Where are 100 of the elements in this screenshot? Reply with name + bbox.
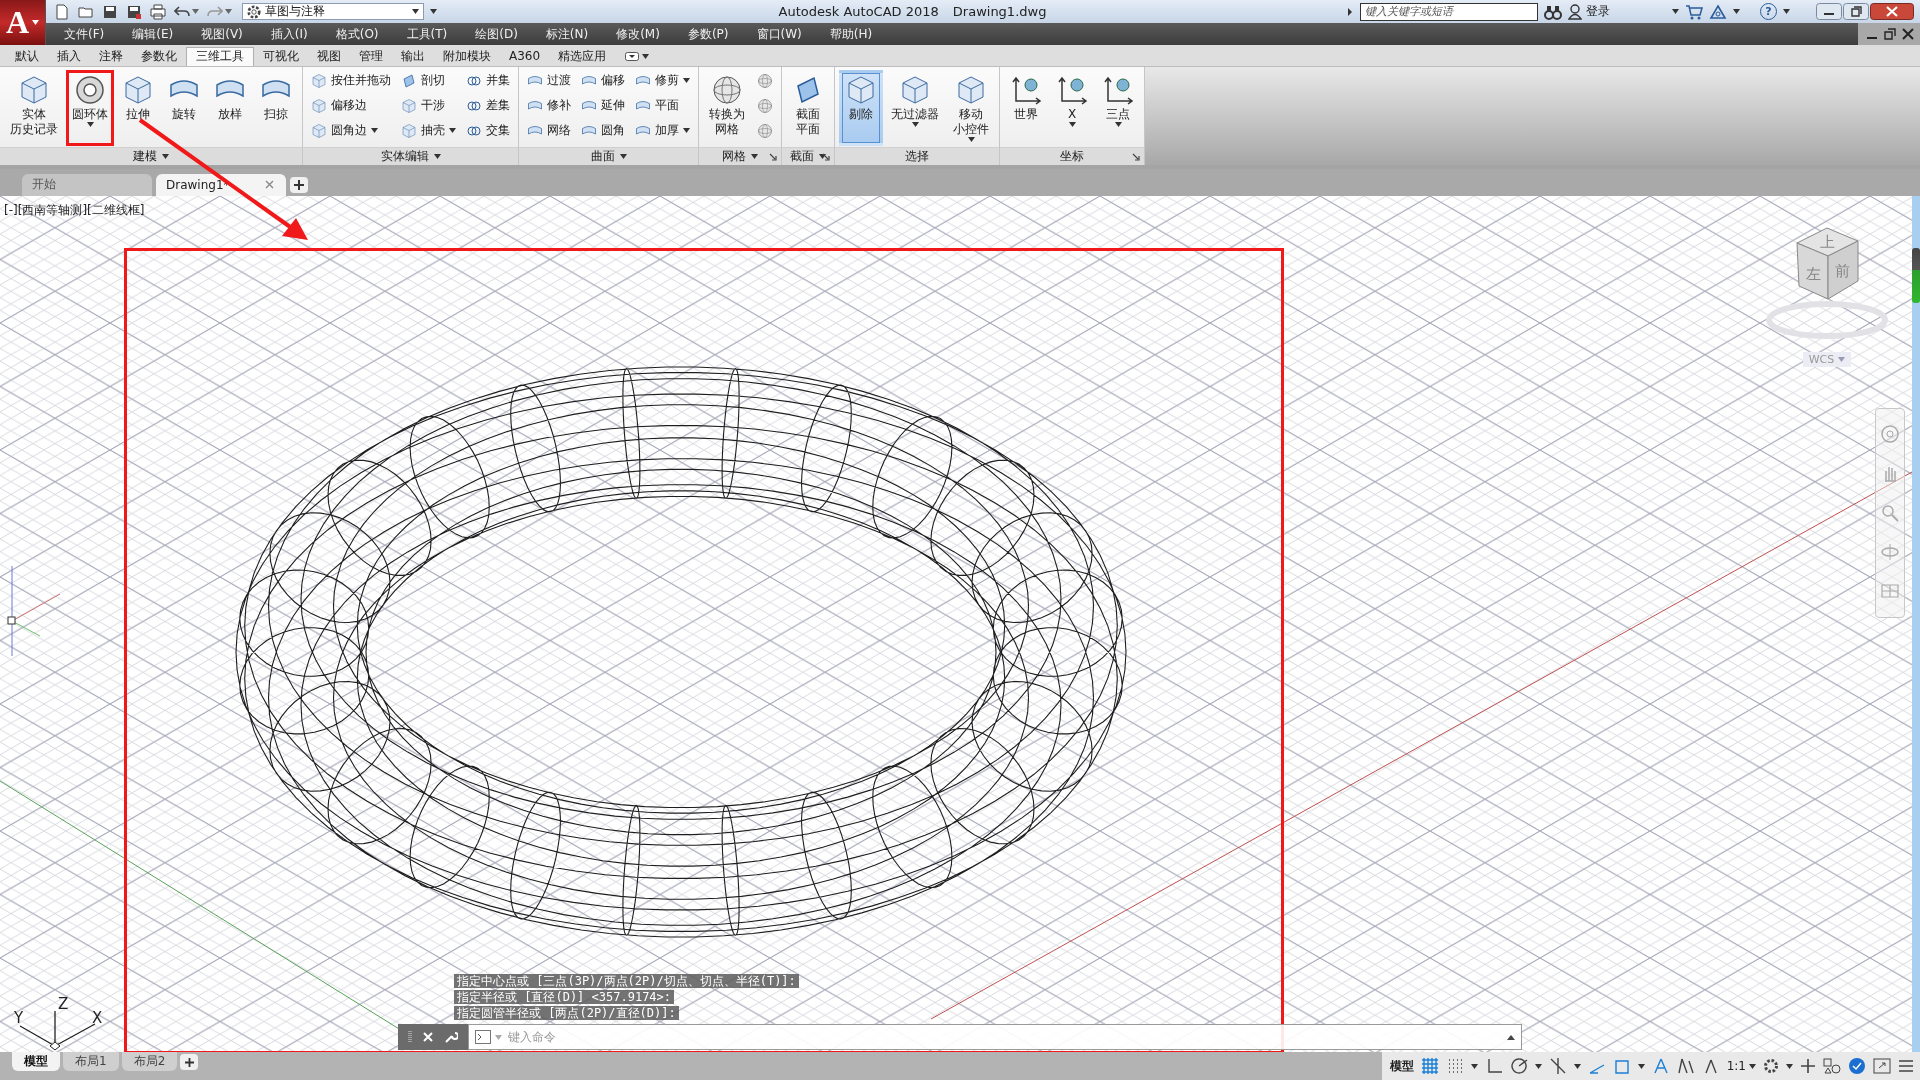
ribbon-button[interactable]: 交集 [466,119,510,142]
isometric-icon[interactable] [1548,1057,1567,1076]
ribbon-button[interactable]: 三点 [1096,69,1140,146]
minimize-button[interactable] [1816,2,1842,20]
caret-icon[interactable] [162,153,169,159]
ribbon-button[interactable]: 旋转 [162,69,206,146]
viewport-controls-label[interactable]: [-][西南等轴测][二维线框] [4,201,145,219]
close-icon[interactable] [1902,28,1914,40]
ribbon-button[interactable]: 按住并拖动 [311,69,391,92]
ribbon-tab[interactable]: 插入 [48,46,90,66]
caret-icon[interactable] [819,153,826,159]
model-space-button[interactable]: 模型 [1389,1057,1414,1075]
ribbon-button[interactable]: 截面 平面 [786,69,830,146]
launcher-icon[interactable] [769,152,777,161]
menu-item[interactable]: 参数(P) [677,25,739,43]
ribbon-button[interactable]: 世界 [1004,69,1048,146]
restore-icon[interactable] [1884,28,1896,40]
cart-icon[interactable] [1685,3,1703,20]
menu-item[interactable]: 标注(N) [535,25,599,43]
ribbon-button[interactable]: 偏移边 [311,94,391,117]
ribbon-button[interactable]: 剔除 [839,69,883,146]
layout-tab[interactable]: 模型 [12,1052,60,1072]
ribbon-tab[interactable]: 可视化 [254,46,308,66]
workspace-dropdown[interactable]: 草图与注释 [242,3,424,20]
panel-title-button[interactable]: 选择 [905,147,929,165]
caret-icon[interactable] [1672,9,1679,14]
caret-icon[interactable] [32,20,40,25]
shapes-icon[interactable] [1823,1058,1841,1075]
isolate-icon[interactable] [1848,1057,1866,1076]
ribbon-tab[interactable]: 注释 [90,46,132,66]
caret-icon[interactable] [683,128,690,134]
menu-item[interactable]: 插入(I) [260,25,318,43]
ribbon-button[interactable]: 干涉 [401,94,456,117]
caret-icon[interactable] [412,9,419,14]
ribbon-tab[interactable]: 管理 [350,46,392,66]
ribbon-tab[interactable]: 附加模块 [434,46,500,66]
caret-icon[interactable] [86,121,94,127]
expand-arrow-icon[interactable] [1507,1034,1515,1041]
panel-title-button[interactable]: 曲面 [590,147,627,165]
polar-icon[interactable] [1509,1057,1528,1076]
ribbon-button[interactable]: 转换为 网格 [703,69,751,146]
menu-item[interactable]: 绘图(D) [465,25,528,43]
ribbon-button[interactable]: 实体 历史记录 [4,69,64,146]
panel-title-button[interactable]: 坐标 [1060,147,1084,165]
ribbon-button[interactable]: 放样 [208,69,252,146]
caret-icon[interactable] [433,153,441,159]
ribbon-button[interactable]: 剖切 [401,69,456,92]
ribbon-tab[interactable]: 精选应用 [549,46,616,66]
launcher-icon[interactable] [822,152,830,161]
command-input-text[interactable]: 键入命令 [506,1029,1503,1046]
menu-item[interactable]: 工具(T) [396,25,458,43]
ribbon-tab[interactable]: 参数化 [132,46,186,66]
caret-icon[interactable] [1637,1063,1645,1069]
search-field[interactable]: 键入关键字或短语 [1360,2,1538,21]
new-tab-button[interactable] [290,176,308,193]
menu-item[interactable]: 修改(M) [606,25,670,43]
ribbon-button[interactable]: 延伸 [581,94,625,117]
sign-in-button[interactable]: 登录 [1568,3,1666,20]
annotation-scale-button[interactable]: 1:1 [1726,1059,1756,1074]
ribbon-button[interactable]: 移动 小控件 [947,69,995,146]
caret-icon[interactable] [642,53,650,59]
ribbon-button[interactable]: 偏移 [581,69,625,92]
caret-icon[interactable] [683,78,690,84]
ribbon-tab[interactable]: 三维工具 [186,46,254,66]
layout-tab[interactable]: 布局1 [63,1052,119,1072]
ribbon-button[interactable]: 圆角 [581,119,625,142]
ribbon-button[interactable]: 圆环体 [66,69,114,146]
caret-icon[interactable] [1783,9,1790,14]
caret-icon[interactable] [1068,121,1076,127]
caret-icon[interactable] [371,128,378,134]
plus-icon[interactable] [1800,1058,1816,1075]
menu-item[interactable]: 格式(O) [325,25,389,43]
ribbon-tab[interactable]: 默认 [6,46,48,66]
ribbon-button[interactable]: 圆角边 [311,119,391,142]
ribbon-button[interactable]: 拉伸 [116,69,160,146]
ribbon-button[interactable]: 平面 [635,94,690,117]
grip-icon[interactable] [408,1030,412,1045]
menu-icon[interactable] [1898,1058,1914,1075]
wrench-icon[interactable] [444,1030,458,1045]
grid-icon[interactable] [1420,1057,1439,1076]
panel-title-button[interactable]: 截面 [790,147,826,165]
command-input-field[interactable]: 键入命令 [468,1024,1522,1051]
menu-item[interactable]: 文件(F) [54,25,115,43]
scroll-thumb[interactable] [1912,247,1920,303]
ribbon-button[interactable]: X [1050,69,1094,146]
caret-icon[interactable] [1573,1063,1581,1069]
ribbon-button[interactable]: 扫掠 [254,69,298,146]
panel-title-button[interactable]: 建模 [133,147,169,165]
ribbon-button[interactable]: 无过滤器 [885,69,945,146]
new-layout-button[interactable] [180,1054,199,1071]
caret-icon[interactable] [967,136,975,142]
caret-icon[interactable] [751,153,758,159]
caret-icon[interactable] [1733,9,1740,14]
autoscale-icon[interactable] [1676,1057,1695,1076]
ribbon-tab[interactable]: A360 [500,46,550,66]
fullscreen-icon[interactable] [1873,1058,1891,1075]
menu-item[interactable]: 帮助(H) [819,25,883,43]
close-button[interactable] [1870,2,1914,20]
ribbon-button[interactable]: 过渡 [527,69,571,92]
ribbon-button[interactable]: 修补 [527,94,571,117]
